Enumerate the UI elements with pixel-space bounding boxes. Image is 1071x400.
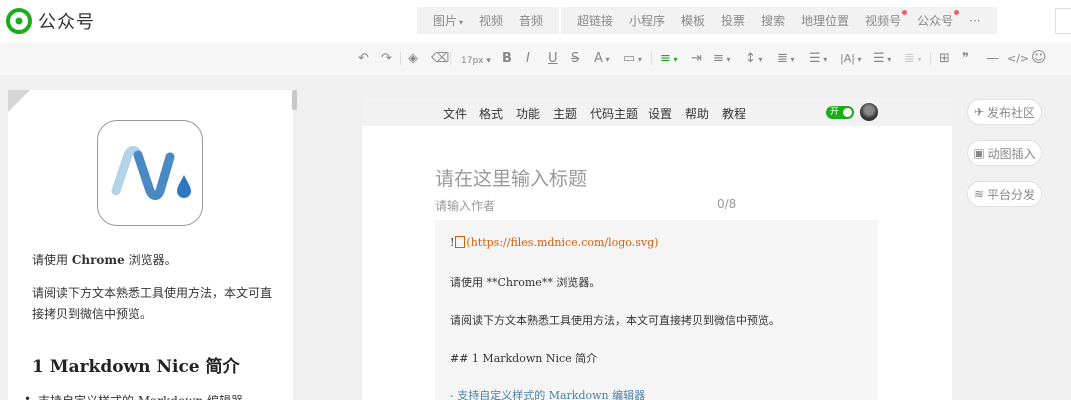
list-spacing-icon[interactable]: ☰ ▾ <box>809 51 827 67</box>
italic-icon[interactable]: I <box>526 51 530 67</box>
preview-paragraph-1: 请使用 Chrome 浏览器。 <box>32 253 177 267</box>
send-icon: ✈ <box>973 105 985 119</box>
editor-menubar: 文件 格式 功能 主题 代码主题 设置 帮助 教程 开 <box>362 98 952 126</box>
top-right-panel-toggle[interactable] <box>1055 8 1071 34</box>
undo-icon[interactable]: ↶ <box>358 51 369 67</box>
strikethrough-icon[interactable]: S <box>571 51 579 67</box>
menu-help[interactable]: 帮助 <box>685 105 709 122</box>
numbered-list-icon[interactable]: ≣ ▾ <box>904 51 921 67</box>
insert-gif-button[interactable]: ▣ 动图插入 <box>967 140 1042 166</box>
align-left-icon[interactable]: ≡ ▾ <box>660 51 677 67</box>
bracket-glyph <box>455 236 466 248</box>
layers-icon: ≋ <box>973 187 985 201</box>
user-avatar[interactable] <box>860 103 878 121</box>
md-line-list: - 支持自定义样式的 Markdown 编辑器 <box>450 389 646 400</box>
preview-heading: 1 Markdown Nice 简介 <box>32 357 240 377</box>
md-line-3: 请阅读下方文本熟悉工具使用方法，本文可直接拷贝到微信中预览。 <box>450 314 780 327</box>
quote-icon[interactable]: ❞ <box>962 51 969 67</box>
new-badge <box>954 10 960 15</box>
insert-video-button[interactable]: 视频 <box>471 12 511 29</box>
sync-toggle[interactable]: 开 <box>826 106 854 119</box>
insert-link-button[interactable]: 超链接 <box>569 12 621 29</box>
markdown-textarea[interactable]: ! (https://files.mdnice.com/logo.svg) 请使用… <box>435 220 878 400</box>
insert-audio-button[interactable]: 音频 <box>511 12 551 29</box>
preview-list-item: 支持自定义样式的 Markdown 编辑器 <box>24 392 243 400</box>
preview-panel: 请使用 Chrome 浏览器。 请阅读下方文本熟悉工具使用方法，本文可直接拷贝到… <box>8 90 293 400</box>
insert-miniprogram-button[interactable]: 小程序 <box>621 12 673 29</box>
font-size-select[interactable]: 17px ▾ <box>461 53 491 69</box>
indent-icon[interactable]: ⇥ <box>691 51 702 67</box>
paragraph-spacing-icon[interactable]: ≣ ▾ <box>777 51 794 67</box>
code-icon[interactable]: </> <box>1007 51 1029 67</box>
title-char-counter: 0/8 <box>717 197 737 211</box>
menu-settings[interactable]: 设置 <box>648 105 672 122</box>
insert-media-group: 图片 ▾ 视频 音频 <box>417 7 560 34</box>
more-insert-button[interactable]: ··· <box>961 14 988 28</box>
insert-channels-button[interactable]: 视频号 <box>857 10 909 29</box>
menu-theme[interactable]: 主题 <box>553 105 577 122</box>
insert-vote-button[interactable]: 投票 <box>713 12 753 29</box>
author-input[interactable]: 请输入作者 <box>435 197 495 214</box>
letter-spacing-icon[interactable]: |A| ▾ <box>840 51 862 67</box>
menu-file[interactable]: 文件 <box>443 105 467 122</box>
insert-content-group: 超链接 小程序 模板 投票 搜索 地理位置 视频号 公众号 ··· <box>561 7 997 34</box>
title-input[interactable]: 请在这里输入标题 <box>435 164 587 191</box>
line-height-icon[interactable]: ↕ ▾ <box>745 51 762 67</box>
md-line-heading: ## 1 Markdown Nice 简介 <box>450 352 598 365</box>
preview-scrollbar[interactable] <box>292 90 297 110</box>
menu-code-theme[interactable]: 代码主题 <box>590 105 638 122</box>
emoji-icon[interactable]: ☺ <box>1031 49 1047 65</box>
app-logo[interactable]: 公众号 <box>6 8 95 34</box>
table-icon[interactable]: ⊞ <box>939 51 950 67</box>
mdnice-logo-icon <box>111 146 191 200</box>
toolbar-divider <box>450 52 451 65</box>
clear-format-icon[interactable]: ⌫ <box>431 51 449 67</box>
insert-search-button[interactable]: 搜索 <box>753 12 793 29</box>
font-color-icon[interactable]: A ▾ <box>594 51 609 67</box>
wechat-logo-icon <box>6 8 32 34</box>
md-line-image: ! (https://files.mdnice.com/logo.svg) <box>450 236 659 249</box>
top-bar: 公众号 图片 ▾ 视频 音频 超链接 小程序 模板 投票 搜索 地理位置 视频号 … <box>0 0 1071 42</box>
preview-paragraph-2: 请阅读下方文本熟悉工具使用方法，本文可直接拷贝到微信中预览。 <box>32 286 273 321</box>
markdown-editor: 文件 格式 功能 主题 代码主题 设置 帮助 教程 开 请在这里输入标题 请输入… <box>362 98 952 400</box>
background-color-icon[interactable]: ▭ ▾ <box>623 51 642 67</box>
md-line-2: 请使用 **Chrome** 浏览器。 <box>450 276 601 289</box>
underline-icon[interactable]: U <box>548 51 558 67</box>
insert-location-button[interactable]: 地理位置 <box>793 12 857 29</box>
insert-account-button[interactable]: 公众号 <box>909 10 961 29</box>
image-icon: ▣ <box>973 146 985 160</box>
menu-function[interactable]: 功能 <box>516 105 540 122</box>
horizontal-rule-icon[interactable]: — <box>986 51 999 67</box>
new-badge <box>902 10 908 15</box>
redo-icon[interactable]: ↷ <box>381 51 392 67</box>
align-center-icon[interactable]: ≡ ▾ <box>713 51 730 67</box>
bullet-list-icon[interactable]: ☰ ▾ <box>873 51 891 67</box>
insert-image-button[interactable]: 图片 ▾ <box>425 12 471 29</box>
publish-community-button[interactable]: ✈ 发布社区 <box>967 99 1042 125</box>
format-painter-icon[interactable]: ◈ <box>408 51 418 67</box>
insert-template-button[interactable]: 模板 <box>673 12 713 29</box>
menu-format[interactable]: 格式 <box>479 105 503 122</box>
app-name: 公众号 <box>38 12 95 33</box>
platform-distribute-button[interactable]: ≋ 平台分发 <box>967 181 1042 207</box>
toolbar-divider <box>930 52 931 65</box>
mdnice-logo <box>97 120 203 226</box>
menu-tutorial[interactable]: 教程 <box>722 105 746 122</box>
bold-icon[interactable]: B <box>502 51 512 67</box>
panel-corner-fold <box>8 90 30 112</box>
format-toolbar: ↶ ↷ ◈ ⌫ 17px ▾ B I U S A ▾ ▭ ▾ ≡ ▾ ⇥ ≡ ▾… <box>0 42 1071 75</box>
toolbar-divider <box>651 52 652 65</box>
toolbar-divider <box>400 52 401 65</box>
